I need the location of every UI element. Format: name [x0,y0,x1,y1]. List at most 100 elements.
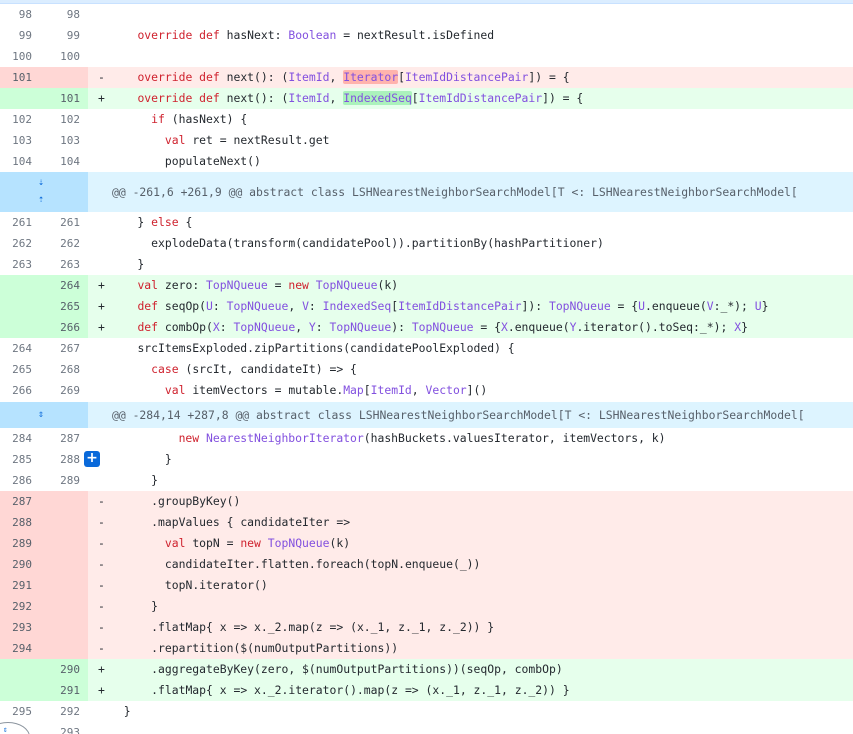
diff-line-addition[interactable]: 290 + .aggregateByKey(zero, $(numOutputPa… [0,659,853,680]
old-line-number[interactable]: 265 [0,359,40,380]
add-comment-button[interactable]: + [84,451,100,467]
expand-down-icon[interactable]: ⇣ [34,176,48,190]
diff-line-context[interactable]: 262 262 explodeData(transform(candidatePo… [0,233,853,254]
new-line-number[interactable] [40,533,88,554]
diff-line-context[interactable]: 98 98 [0,4,853,25]
old-line-number[interactable]: 99 [0,25,40,46]
new-line-number[interactable]: 265 [40,296,88,317]
new-line-number[interactable] [40,617,88,638]
new-line-number[interactable]: 287 [40,428,88,449]
old-line-number[interactable]: 285 [0,449,40,470]
old-line-number[interactable]: 104 [0,151,40,172]
old-line-number[interactable]: 262 [0,233,40,254]
diff-line-deletion[interactable]: 101 - override def next(): (ItemId, Itera… [0,67,853,88]
diff-line-context[interactable]: 261 261 } else { [0,212,853,233]
new-line-number[interactable]: 99 [40,25,88,46]
diff-line-addition[interactable]: 266 + def combOp(X: TopNQueue, Y: TopNQue… [0,317,853,338]
old-line-number[interactable]: 291 [0,575,40,596]
diff-line-context[interactable]: 104 104 populateNext() [0,151,853,172]
old-line-number[interactable] [0,317,40,338]
new-line-number[interactable] [40,596,88,617]
new-line-number[interactable]: 268 [40,359,88,380]
diff-line-context[interactable]: 265 268 case (srcIt, candidateIt) => { [0,359,853,380]
old-line-number[interactable]: 102 [0,109,40,130]
new-line-number[interactable]: 293 [40,722,88,734]
old-line-number[interactable]: 263 [0,254,40,275]
new-line-number[interactable]: 264 [40,275,88,296]
expand-icon[interactable]: ⇕ [3,725,8,734]
old-line-number[interactable] [0,659,40,680]
new-line-number[interactable]: 266 [40,317,88,338]
expand-both-icon[interactable]: ⇕ [34,408,48,422]
new-line-number[interactable] [40,575,88,596]
old-line-number[interactable]: 294 [0,638,40,659]
new-line-number[interactable]: 101 [40,88,88,109]
old-line-number[interactable]: 266 [0,380,40,401]
new-line-number[interactable]: 288 [40,449,88,470]
old-line-number[interactable] [0,296,40,317]
old-line-number[interactable] [0,88,40,109]
new-line-number[interactable] [40,512,88,533]
new-line-number[interactable] [40,638,88,659]
old-line-number[interactable]: 293 [0,617,40,638]
diff-line-context[interactable]: 286 289 } [0,470,853,491]
old-line-number[interactable]: 261 [0,212,40,233]
expand-up-icon[interactable]: ⇡ [34,193,48,207]
old-line-number[interactable]: 284 [0,428,40,449]
old-line-number[interactable]: 103 [0,130,40,151]
new-line-number[interactable]: 98 [40,4,88,25]
diff-line-deletion[interactable]: 294 - .repartition($(numOutputPartitions)… [0,638,853,659]
diff-line-context[interactable]: 284 287 new NearestNeighborIterator(hashB… [0,428,853,449]
diff-line-deletion[interactable]: 291 - topN.iterator() [0,575,853,596]
new-line-number[interactable]: 291 [40,680,88,701]
old-line-number[interactable]: 290 [0,554,40,575]
new-line-number[interactable]: 269 [40,380,88,401]
diff-line-context[interactable]: 285 288 } [0,449,853,470]
diff-line-deletion[interactable]: 287 - .groupByKey() [0,491,853,512]
diff-line-context[interactable]: 103 103 val ret = nextResult.get [0,130,853,151]
old-line-number[interactable]: 295 [0,701,40,722]
new-line-number[interactable]: 100 [40,46,88,67]
diff-line-deletion[interactable]: 292 - } [0,596,853,617]
diff-line-deletion[interactable]: 290 - candidateIter.flatten.foreach(topN.… [0,554,853,575]
diff-line-context[interactable]: 102 102 if (hasNext) { [0,109,853,130]
diff-line-addition[interactable]: 101 + override def next(): (ItemId, Index… [0,88,853,109]
diff-line-deletion[interactable]: 289 - val topN = new TopNQueue(k) [0,533,853,554]
new-line-number[interactable]: 263 [40,254,88,275]
new-line-number[interactable]: 267 [40,338,88,359]
diff-line-deletion[interactable]: 293 - .flatMap{ x => x._2.map(z => (x._1,… [0,617,853,638]
new-line-number[interactable]: 292 [40,701,88,722]
diff-line-context[interactable]: 264 267 srcItemsExploded.zipPartitions(ca… [0,338,853,359]
expand-gutter[interactable]: ⇣ ⇡ [0,172,88,212]
new-line-number[interactable]: 262 [40,233,88,254]
diff-line-context[interactable]: 100 100 [0,46,853,67]
new-line-number[interactable] [40,554,88,575]
diff-line-context[interactable]: 263 263 } [0,254,853,275]
diff-line-context[interactable]: 295 292 } [0,701,853,722]
new-line-number[interactable]: 261 [40,212,88,233]
diff-line-context[interactable]: 266 269 val itemVectors = mutable.Map[Ite… [0,380,853,401]
diff-line-addition[interactable]: 291 + .flatMap{ x => x._2.iterator().map(… [0,680,853,701]
diff-line-addition[interactable]: 265 + def seqOp(U: TopNQueue, V: IndexedS… [0,296,853,317]
new-line-number[interactable] [40,491,88,512]
diff-line-context[interactable]: 99 99 override def hasNext: Boolean = nex… [0,25,853,46]
new-line-number[interactable] [40,67,88,88]
old-line-number[interactable] [0,275,40,296]
old-line-number[interactable]: 100 [0,46,40,67]
old-line-number[interactable]: 264 [0,338,40,359]
new-line-number[interactable]: 289 [40,470,88,491]
old-line-number[interactable]: 292 [0,596,40,617]
diff-line-addition[interactable]: 264 + val zero: TopNQueue = new TopNQueue… [0,275,853,296]
expand-gutter[interactable]: ⇕ [0,402,88,428]
diff-line-deletion[interactable]: 288 - .mapValues { candidateIter => [0,512,853,533]
old-line-number[interactable]: 101 [0,67,40,88]
old-line-number[interactable]: 289 [0,533,40,554]
new-line-number[interactable]: 102 [40,109,88,130]
old-line-number[interactable]: 287 [0,491,40,512]
old-line-number[interactable]: 288 [0,512,40,533]
new-line-number[interactable]: 104 [40,151,88,172]
new-line-number[interactable]: 103 [40,130,88,151]
diff-line-context[interactable]: 293 [0,722,853,734]
old-line-number[interactable] [0,680,40,701]
old-line-number[interactable]: 98 [0,4,40,25]
